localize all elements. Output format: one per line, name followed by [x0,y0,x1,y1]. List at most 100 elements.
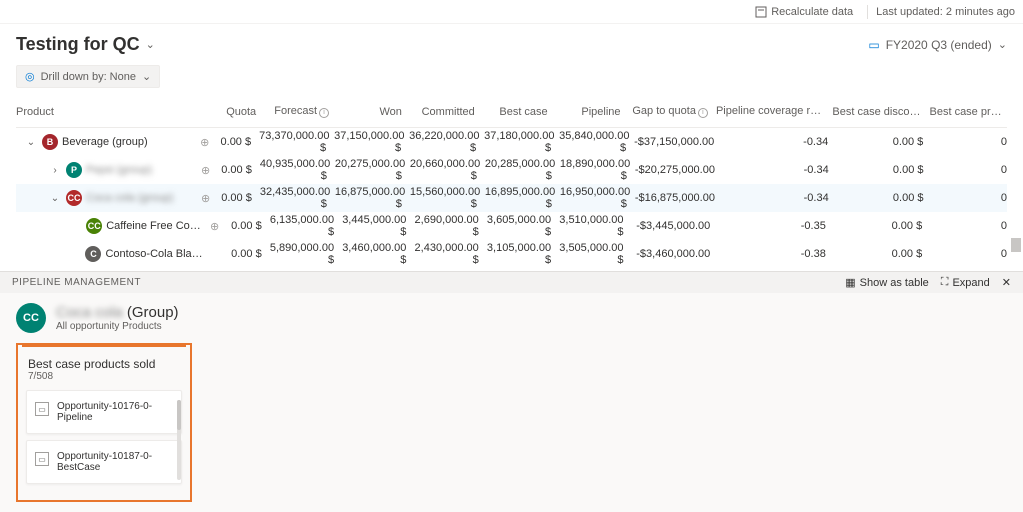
cell-bestcase: 37,180,000.00 $ [484,130,559,154]
cell-bestcase: 16,895,000.00 $ [485,186,560,210]
share-icon: ⊕ [201,193,210,205]
share-icon: ⊕ [200,137,209,149]
cell-committed: 36,220,000.00 $ [409,130,484,154]
cell-disc: 0.00 $ [836,136,931,148]
col-quota[interactable]: Quota [217,106,264,118]
best-case-card: Best case products sold 7/508 ▭Opportuni… [16,343,192,502]
chevron-down-icon: ⌄ [998,38,1007,51]
group-avatar: CC [16,303,46,333]
table-row[interactable]: ⌄CCCoca cola (group)⊕0.00 $32,435,000.00… [16,184,1007,212]
period-label: FY2020 Q3 (ended) [886,38,992,52]
cell-forecast: 32,435,000.00 $ [260,186,335,210]
chevron-down-icon: ⌄ [142,70,151,83]
cell-won: 3,460,000.00 $ [342,242,414,266]
col-forecast[interactable]: Forecasti [264,105,337,118]
row-badge: CC [66,190,82,206]
expand-toggle[interactable]: ⌄ [48,193,62,204]
cell-quota: 0.00 $ [214,192,260,204]
chevron-down-icon: ⌄ [146,38,155,51]
drill-down-button[interactable]: ◎ Drill down by: None ⌄ [16,65,160,88]
panel-title: PIPELINE MANAGEMENT [12,277,141,288]
expand-button[interactable]: ⛶Expand [941,276,990,289]
group-name: Coca cola (Group) [56,304,179,321]
expand-toggle[interactable]: › [48,165,62,176]
card-scrollbar[interactable] [177,400,181,480]
col-pipeline[interactable]: Pipeline [556,106,629,118]
cell-disc: 0.00 $ [837,164,932,176]
cell-bestcase: 20,285,000.00 $ [485,158,560,182]
table-row[interactable]: CC Caffeine Free Contoso-Cola ⊕ 0.00 $6,135… [16,212,1007,240]
cell-quota: 0.00 $ [223,248,269,260]
cell-prod: 0 [932,192,1008,204]
cell-gap: -$37,150,000.00 [634,136,722,148]
row-badge: B [42,134,58,150]
grid-scrollbar[interactable] [1011,48,1021,252]
cell-gap: -$3,445,000.00 [632,220,719,232]
cell-won: 3,445,000.00 $ [342,214,414,238]
info-icon: i [698,108,708,118]
table-row[interactable]: CContoso-Cola Black Cherry Va0.00 $5,890… [16,240,1007,268]
table-row[interactable]: ›PPepsi (group)⊕0.00 $40,935,000.00 $20,… [16,156,1007,184]
card-count: 7/508 [28,371,180,382]
row-name: Caffeine Free Contoso-Cola [106,220,206,232]
cell-quota: 0.00 $ [213,136,259,148]
grid-header-row: Product Quota Forecasti Won Committed Be… [16,96,1007,128]
title-dropdown[interactable]: Testing for QC ⌄ [16,34,155,55]
cell-ratio: -0.34 [722,136,836,148]
col-won[interactable]: Won [337,106,410,118]
divider [867,5,868,19]
cell-won: 20,275,000.00 $ [335,158,410,182]
recalculate-button[interactable]: Recalculate data [749,4,859,20]
cell-bestcase: 3,105,000.00 $ [487,242,559,266]
cell-forecast: 40,935,000.00 $ [260,158,335,182]
row-badge: CC [86,218,102,234]
cell-gap: -$3,460,000.00 [632,248,719,260]
row-name: Contoso-Cola Black Cherry Va [105,248,206,260]
share-icon: ⊕ [210,221,219,233]
col-ratio[interactable]: Pipeline coverage ratioi [716,105,832,118]
show-as-table-button[interactable]: ▦Show as table [845,276,929,289]
group-subtitle: All opportunity Products [56,321,179,332]
cell-forecast: 6,135,000.00 $ [270,214,342,238]
col-prod[interactable]: Best case prod... [930,106,1007,118]
close-icon[interactable]: ✕ [1002,276,1011,289]
cell-forecast: 73,370,000.00 $ [259,130,334,154]
drill-label: Drill down by: None [41,71,136,83]
opportunity-name: Opportunity-10187-0-BestCase [57,451,173,473]
title-row: Testing for QC ⌄ ▭ FY2020 Q3 (ended) ⌄ [0,24,1023,65]
info-icon: i [319,108,329,118]
col-committed[interactable]: Committed [410,106,483,118]
col-gap[interactable]: Gap to quotai [629,105,716,118]
row-badge: P [66,162,82,178]
period-selector[interactable]: ▭ FY2020 Q3 (ended) ⌄ [868,38,1007,52]
recalculate-label: Recalculate data [771,6,853,18]
cell-bestcase: 3,605,000.00 $ [487,214,559,238]
cell-gap: -$16,875,000.00 [635,192,723,204]
expand-toggle[interactable]: ⌄ [24,137,38,148]
cell-prod: 0 [930,220,1007,232]
cell-ratio: -0.35 [718,220,834,232]
col-product[interactable]: Product [16,106,200,118]
scrollbar-thumb[interactable] [177,400,181,430]
card-title: Best case products sold [28,357,180,371]
cell-pipeline: 3,510,000.00 $ [559,214,631,238]
opportunity-card[interactable]: ▭Opportunity-10176-0-Pipeline [26,390,182,434]
cell-disc: 0.00 $ [837,192,932,204]
scrollbar-thumb[interactable] [1011,238,1021,252]
detail-header: CC Coca cola (Group) All opportunity Pro… [16,303,1007,333]
table-row[interactable]: ⌄BBeverage (group)⊕0.00 $73,370,000.00 $… [16,128,1007,156]
pipeline-panel: PIPELINE MANAGEMENT ▦Show as table ⛶Expa… [0,271,1023,512]
document-icon: ▭ [35,402,49,416]
forecast-grid: Product Quota Forecasti Won Committed Be… [0,96,1023,268]
share-icon: ⊕ [201,165,210,177]
cell-prod: 0 [930,248,1007,260]
row-name: Beverage (group) [62,136,148,148]
cell-won: 37,150,000.00 $ [334,130,409,154]
opportunity-card[interactable]: ▭ Opportunity-10187-0-BestCase [26,440,182,484]
col-disc[interactable]: Best case discount [832,106,929,118]
cell-gap: -$20,275,000.00 [635,164,723,176]
col-bestcase[interactable]: Best case [483,106,556,118]
cell-quota: 0.00 $ [223,220,269,232]
cell-forecast: 5,890,000.00 $ [270,242,342,266]
document-icon: ▭ [35,452,49,466]
